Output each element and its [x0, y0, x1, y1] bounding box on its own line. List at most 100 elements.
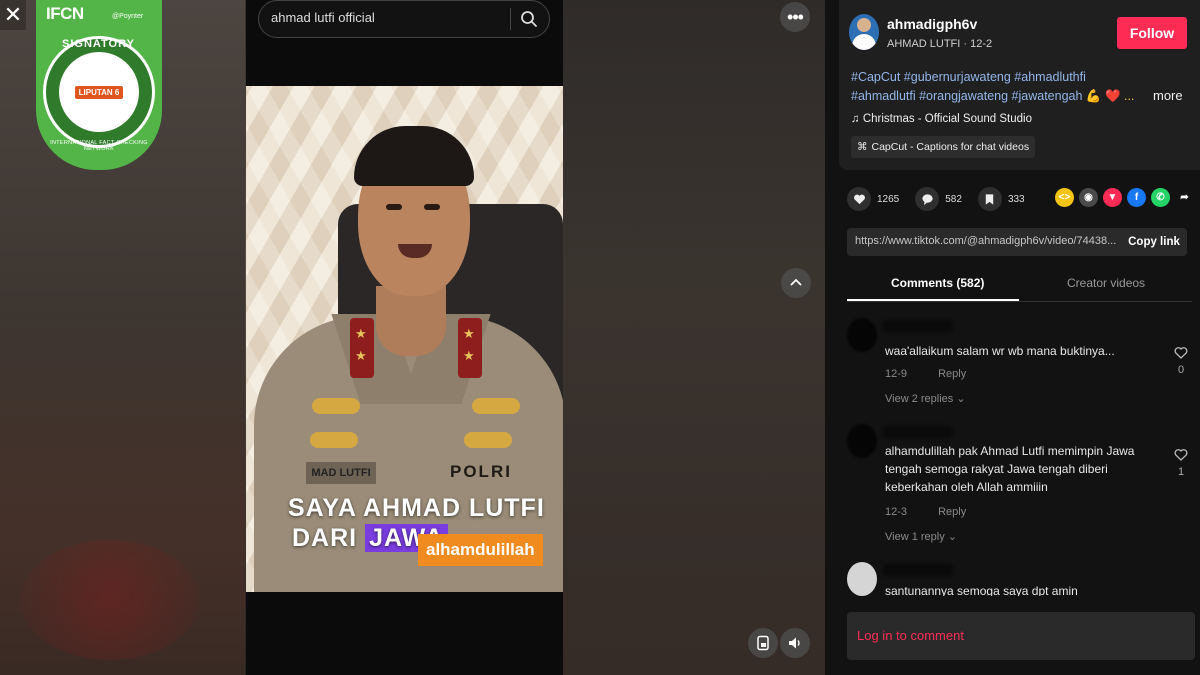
creator-subtitle: AHMAD LUTFI · 12-2: [887, 38, 993, 50]
rank-star-icon: ★: [463, 348, 475, 363]
insignia-left-lower: [310, 432, 358, 448]
comment-item: waa'allaikum salam wr wb mana buktinya..…: [847, 318, 1189, 418]
view-replies-link[interactable]: View 1 reply ⌄: [885, 530, 957, 543]
search-divider: [510, 8, 511, 30]
save-count: 333: [1007, 193, 1025, 205]
more-options-button[interactable]: •••: [780, 2, 810, 32]
comment-heart-icon[interactable]: [1173, 346, 1189, 360]
video-player: ahmad lutfi official ★ ★ ★ ★ MAD LUTFI P…: [246, 0, 563, 675]
comment-text: alhamdulillah pak Ahmad Lutfi memimpin J…: [885, 444, 1135, 494]
share-arrow-icon[interactable]: ➦: [1175, 188, 1194, 207]
share-buttons: <> ◉ ▼ f ✆ ➦: [1055, 188, 1194, 207]
facebook-icon[interactable]: f: [1127, 188, 1146, 207]
video-caption-tag: alhamdulillah: [418, 534, 543, 566]
network-label: INTERNATIONAL FACT-CHECKING NETWORK: [50, 140, 148, 152]
comment-date: 12-3: [885, 506, 908, 518]
description-emoji: 💪 ❤️ ...: [1085, 89, 1135, 103]
comment-avatar[interactable]: [847, 318, 877, 352]
panel-tabs: Comments (582) Creator videos: [847, 268, 1192, 302]
signatory-label: SIGNATORY: [62, 38, 135, 50]
send-to-friends-icon[interactable]: ◉: [1079, 188, 1098, 207]
search-query[interactable]: ahmad lutfi official: [271, 10, 375, 25]
pip-icon: [757, 635, 769, 651]
login-to-comment-bar[interactable]: Log in to comment: [847, 612, 1195, 660]
comment-item: alhamdulillah pak Ahmad Lutfi memimpin J…: [847, 424, 1189, 554]
comment-count: 582: [945, 193, 962, 205]
creator-username[interactable]: ahmadigph6v: [887, 16, 977, 32]
capcut-anchor[interactable]: ⌘ CapCut - Captions for chat videos: [851, 136, 1036, 158]
comment-username-redacted: [883, 426, 953, 438]
side-panel: ahmadigph6v AHMAD LUTFI · 12-2 Follow #C…: [825, 0, 1200, 675]
comment-meta: 12-3 Reply: [885, 506, 966, 518]
view-replies-link[interactable]: View 2 replies ⌄: [885, 392, 966, 405]
insignia-right: [472, 398, 520, 414]
share-url[interactable]: https://www.tiktok.com/@ahmadigph6v/vide…: [855, 235, 1117, 247]
comment-bubble-icon: [922, 193, 933, 205]
video-frame[interactable]: ★ ★ ★ ★ MAD LUTFI POLRI SAYA AHMAD LUTFI…: [246, 86, 563, 592]
comment-text: santunannya semoga saya dpt amin: [885, 584, 1078, 596]
caption-prefix: DARI: [292, 524, 358, 552]
reply-button[interactable]: Reply: [938, 506, 966, 518]
neck: [376, 286, 446, 356]
rank-star-icon: ★: [355, 326, 367, 341]
comment-username-redacted: [883, 320, 953, 332]
sound-name: Christmas - Official Sound Studio: [862, 113, 1032, 125]
creator-avatar[interactable]: [849, 14, 879, 50]
comment-like-count: 1: [1177, 466, 1185, 478]
insignia-left: [312, 398, 360, 414]
like-count: 1265: [877, 193, 900, 205]
follow-button[interactable]: Follow: [1117, 17, 1187, 49]
uniform-polri-text: POLRI: [450, 462, 512, 481]
left-eye: [386, 204, 402, 210]
whatsapp-icon[interactable]: ✆: [1151, 188, 1170, 207]
close-button[interactable]: ✕: [0, 0, 26, 30]
heart-icon: [853, 194, 865, 204]
video-caption-line1: SAYA AHMAD LUTFI: [288, 494, 545, 522]
save-button[interactable]: [977, 187, 1002, 211]
music-note-icon: ♫: [851, 113, 860, 125]
blurred-background-right: [563, 0, 825, 675]
picture-in-picture-button[interactable]: [748, 628, 778, 658]
bookmark-icon: [986, 193, 994, 205]
comment-date: 12-9: [885, 368, 908, 380]
rank-star-icon: ★: [355, 348, 367, 363]
comment-heart-icon[interactable]: [1173, 448, 1189, 462]
engagement-bar: 1265 582 333: [847, 186, 1041, 212]
previous-video-button[interactable]: [781, 268, 811, 298]
like-button[interactable]: [847, 187, 871, 211]
reply-button[interactable]: Reply: [938, 368, 966, 380]
right-eye: [424, 204, 440, 210]
ifcn-signatory-badge: IFCN @Poynter SIGNATORY LIPUTAN 6 INTERN…: [36, 0, 162, 170]
post-description: #CapCut #gubernurjawateng #ahmadluthfi #…: [851, 68, 1151, 106]
embed-icon[interactable]: <>: [1055, 188, 1074, 207]
send-icon[interactable]: ▼: [1103, 188, 1122, 207]
speaker-icon: [789, 637, 800, 649]
blurred-red-blob: [20, 540, 200, 660]
search-icon[interactable]: [519, 9, 539, 29]
copy-link-button[interactable]: Copy link: [1121, 228, 1187, 256]
chevron-up-icon: [790, 278, 802, 286]
search-bar[interactable]: ahmad lutfi official: [258, 0, 550, 38]
rank-star-icon: ★: [463, 326, 475, 341]
comment-avatar[interactable]: [847, 562, 877, 596]
badge-center: LIPUTAN 6: [59, 52, 139, 132]
comment-username-redacted: [883, 564, 953, 576]
tab-creator-videos[interactable]: Creator videos: [1067, 276, 1145, 290]
hashtag-list[interactable]: #CapCut #gubernurjawateng #ahmadluthfi #…: [851, 70, 1086, 103]
tab-comments[interactable]: Comments (582): [891, 276, 984, 290]
share-link-bar: https://www.tiktok.com/@ahmadigph6v/vide…: [847, 228, 1187, 256]
login-to-comment-link[interactable]: Log in to comment: [857, 628, 964, 643]
comment-like-count: 0: [1177, 364, 1185, 376]
sound-link[interactable]: ♫ Christmas - Official Sound Studio: [851, 113, 1032, 125]
comment-meta: 12-9 Reply: [885, 368, 966, 380]
description-more-link[interactable]: more: [1153, 88, 1183, 103]
active-tab-indicator: [847, 299, 1019, 301]
liputan6-logo: LIPUTAN 6: [74, 85, 124, 99]
volume-button[interactable]: [780, 628, 810, 658]
comment-avatar[interactable]: [847, 424, 877, 458]
capcut-label: CapCut - Captions for chat videos: [871, 141, 1030, 153]
comment-button[interactable]: [915, 187, 940, 211]
poynter-label: @Poynter: [112, 13, 144, 20]
comment-text: waa'allaikum salam wr wb mana buktinya..…: [885, 344, 1115, 358]
insignia-right-lower: [464, 432, 512, 448]
